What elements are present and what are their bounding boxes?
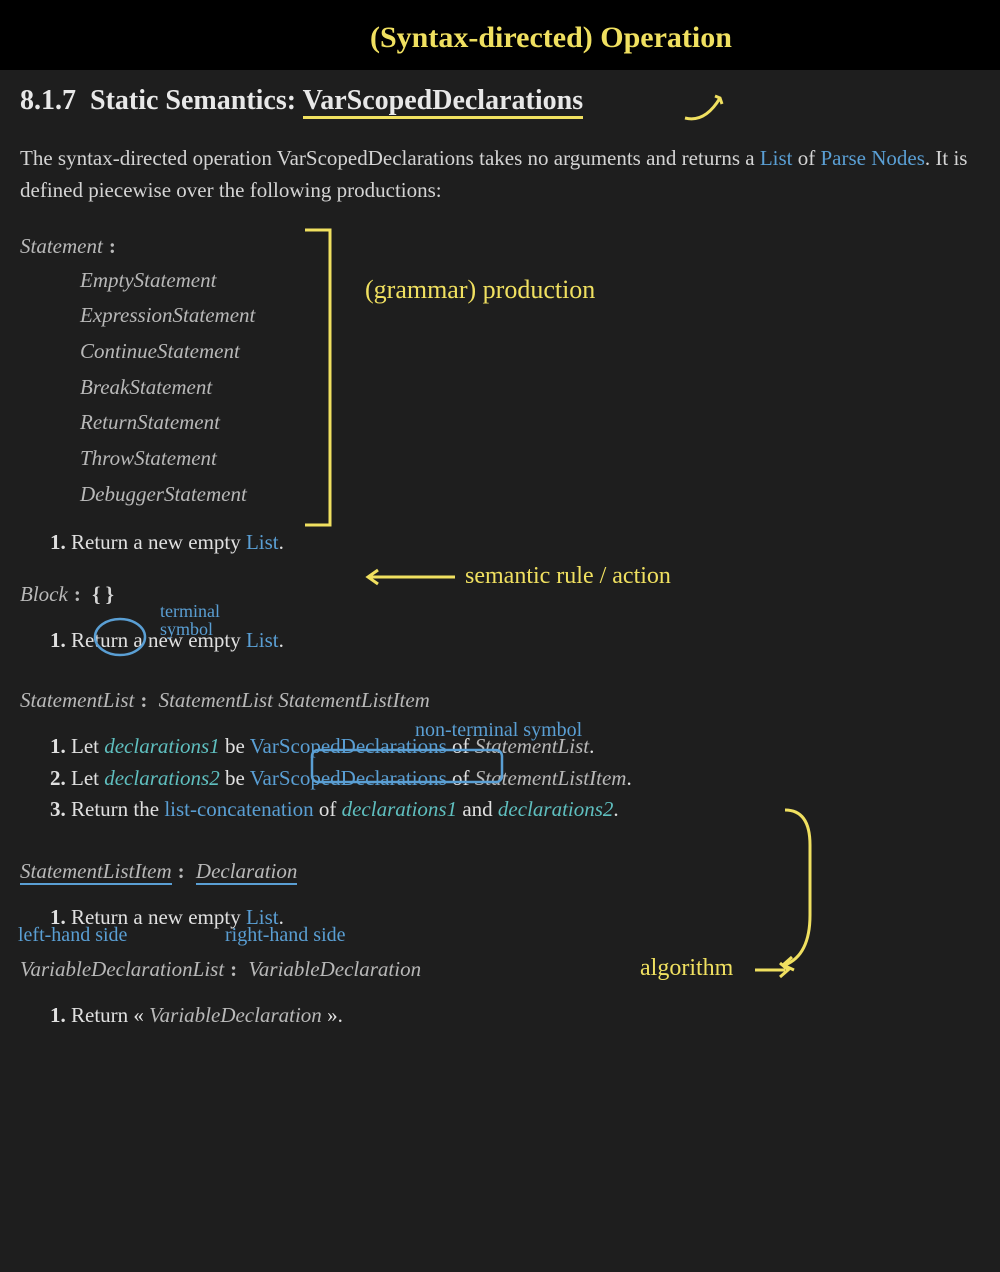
intro-paragraph: The syntax-directed operation VarScopedD… xyxy=(20,143,980,206)
production-statementlistitem: StatementListItem: Declaration xyxy=(20,856,980,888)
grammar-alternative: ExpressionStatement xyxy=(80,298,980,334)
operation-name: VarScopedDeclarations xyxy=(303,85,584,119)
link-list-concatenation[interactable]: list-concatenation xyxy=(164,797,313,821)
grammar-alternative: ReturnStatement xyxy=(80,405,980,441)
grammar-alternative: ContinueStatement xyxy=(80,334,980,370)
production-variabledeclarationlist: VariableDeclarationList: VariableDeclara… xyxy=(20,954,980,986)
grammar-alternative: DebuggerStatement xyxy=(80,477,980,513)
link-varscopeddeclarations[interactable]: VarScopedDeclarations xyxy=(250,734,447,758)
terminal-open-brace: { xyxy=(92,582,100,606)
link-list[interactable]: List xyxy=(246,628,279,652)
steps-variabledeclarationlist: 1. Return « VariableDeclaration ». xyxy=(50,1000,980,1032)
link-list[interactable]: List xyxy=(246,905,279,929)
terminal-close-brace: } xyxy=(106,582,114,606)
link-varscopeddeclarations[interactable]: VarScopedDeclarations xyxy=(250,766,447,790)
production-statementlist: StatementList: StatementList StatementLi… xyxy=(20,685,980,717)
bracket-algorithm-icon xyxy=(780,805,840,975)
grammar-alternative: EmptyStatement xyxy=(80,263,980,299)
link-list[interactable]: List xyxy=(760,146,793,170)
production-statement: Statement: EmptyStatementExpressionState… xyxy=(20,231,980,512)
steps-statementlist: 1. Let declarations1 be VarScopedDeclara… xyxy=(50,731,980,826)
link-parse-nodes[interactable]: Parse Nodes xyxy=(820,146,924,170)
section-heading: 8.1.7 Static Semantics: VarScopedDeclara… xyxy=(20,80,980,122)
steps-block: 1. Return a new empty List. xyxy=(50,625,980,657)
top-black-bar xyxy=(0,0,1000,70)
steps-statement: 1. Return a new empty List. xyxy=(50,527,980,559)
section-prefix: Static Semantics: xyxy=(90,85,296,116)
nonterminal-statementlistitem: StatementListItem xyxy=(278,688,430,712)
grammar-alternative: BreakStatement xyxy=(80,370,980,406)
link-list[interactable]: List xyxy=(246,530,279,554)
section-number: 8.1.7 xyxy=(20,85,76,116)
production-block: Block: { } xyxy=(20,579,980,611)
steps-statementlistitem: 1. Return a new empty List. xyxy=(50,902,980,934)
grammar-alternative: ThrowStatement xyxy=(80,441,980,477)
